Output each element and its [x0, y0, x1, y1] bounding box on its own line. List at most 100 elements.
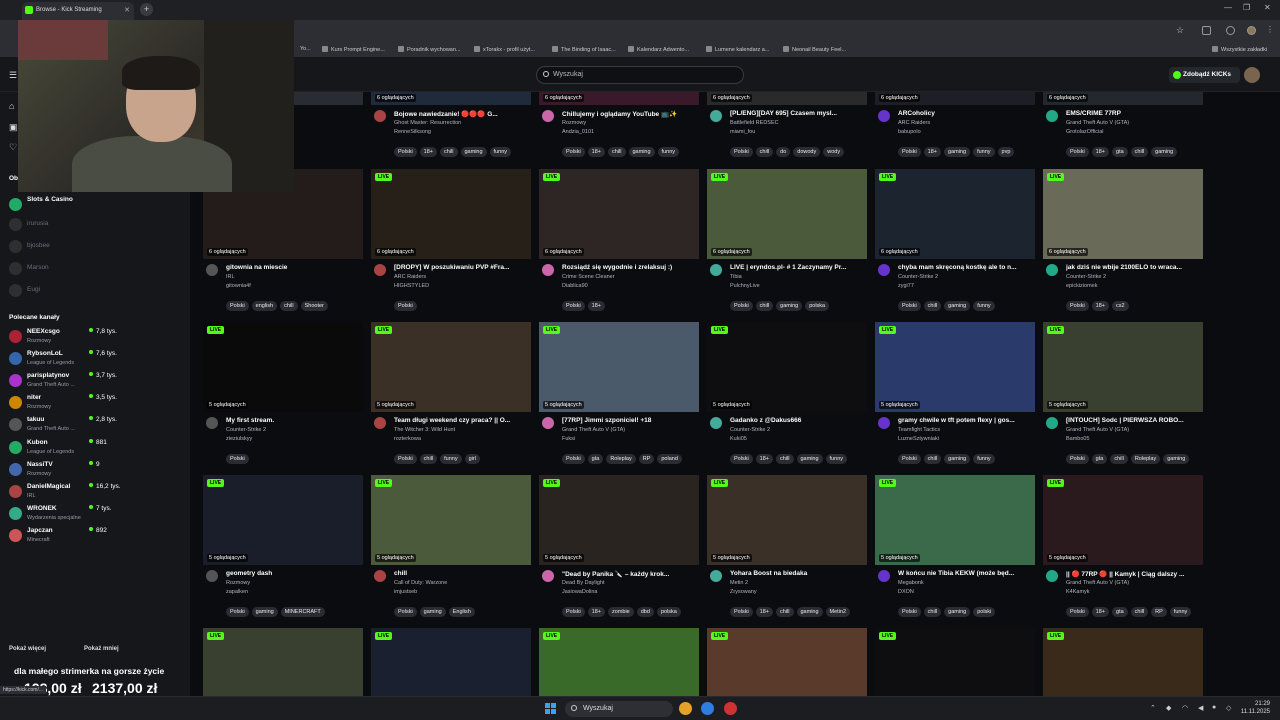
tag-chip[interactable]: funny	[825, 454, 848, 464]
tag-chip[interactable]: Polski	[730, 147, 753, 157]
sidebar-recommended-channel[interactable]: NEEXcsgo Rozmowy 7,8 tys.	[9, 328, 179, 348]
tag-chip[interactable]: chill	[280, 301, 298, 311]
stream-thumbnail[interactable]: LIVE 5 oglądających	[875, 322, 1035, 412]
tag-chip[interactable]: Polski	[562, 607, 585, 617]
stream-category[interactable]: Grand Theft Auto V (GTA)	[1066, 427, 1129, 433]
stream-thumbnail[interactable]: LIVE 6 oglądających	[707, 169, 867, 259]
sidebar-followed-channel[interactable]: bjosbee	[9, 238, 179, 258]
stream-thumbnail[interactable]: LIVE 5 oglądających	[371, 475, 531, 565]
tag-chip[interactable]: 18+	[419, 147, 438, 157]
sidebar-recommended-channel[interactable]: DanielMagical IRL 16,2 tys.	[9, 483, 179, 503]
stream-category[interactable]: IRL	[226, 274, 235, 280]
tag-chip[interactable]: gaming	[796, 454, 823, 464]
streamer-name[interactable]: GrotolazOfficial	[1066, 129, 1104, 135]
stream-thumbnail[interactable]: LIVE 6 oglądających	[1043, 169, 1203, 259]
tag-chip[interactable]: cs2	[1112, 301, 1129, 311]
streamer-avatar[interactable]	[1046, 264, 1058, 276]
tag-chip[interactable]: Polski	[394, 607, 417, 617]
tag-chip[interactable]: gaming	[460, 147, 487, 157]
chrome-icon[interactable]	[679, 702, 692, 715]
bookmark-item[interactable]: The Binding of Isaac...	[552, 46, 616, 53]
tag-chip[interactable]: english	[251, 301, 278, 311]
stream-thumbnail[interactable]: LIVE 5 oglądających	[539, 322, 699, 412]
tag-chip[interactable]: Polski	[1066, 147, 1089, 157]
bookmark-item[interactable]: xTorakx - profil użyt...	[474, 46, 535, 53]
stream-thumbnail[interactable]: LIVE 5 oglądających	[539, 475, 699, 565]
stream-category[interactable]: The Witcher 3: Wild Hunt	[394, 427, 455, 433]
stream-category[interactable]: Metin 2	[730, 580, 748, 586]
bookmark-item[interactable]: Yo...	[300, 46, 311, 52]
taskbar-search[interactable]: Wyszukaj	[565, 701, 673, 717]
bookmark-item[interactable]: Poradnik wychowan...	[398, 46, 461, 53]
messenger-icon[interactable]	[701, 702, 714, 715]
tag-chip[interactable]: RP	[1151, 607, 1167, 617]
tag-chip[interactable]: chill	[608, 147, 626, 157]
tag-chip[interactable]: chill	[1130, 607, 1149, 617]
stream-title[interactable]: [DROPY] W poszukiwaniu PVP #Fra...	[394, 264, 530, 271]
stream-title[interactable]: || 🔴 77RP 🔴 || Kamyk | Ciąg dalszy ...	[1066, 570, 1202, 578]
streamer-name[interactable]: epickiziomek	[1066, 283, 1097, 289]
streamer-avatar[interactable]	[710, 570, 722, 582]
sidebar-recommended-channel[interactable]: Kubon League of Legends 881	[9, 439, 179, 459]
mic-icon[interactable]: ●	[1212, 704, 1216, 711]
tag-chip[interactable]: Polski	[898, 147, 921, 157]
tag-chip[interactable]: gaming	[944, 147, 971, 157]
tag-chip[interactable]: Shooter	[300, 301, 328, 311]
streamer-avatar[interactable]	[206, 264, 218, 276]
menu-icon[interactable]: ⋮	[1266, 25, 1274, 34]
streamer-name[interactable]: rozterkowa	[394, 436, 421, 442]
tag-chip[interactable]: Polski	[730, 607, 753, 617]
tag-chip[interactable]: Roleplay	[606, 454, 636, 464]
sidebar-recommended-channel[interactable]: RybsonLoL League of Legends 7,6 tys.	[9, 350, 179, 370]
stream-title[interactable]: Rozsiądź się wygodnie i zrelaksuj :)	[562, 264, 698, 271]
stream-title[interactable]: EMS/CRIME 77RP	[1066, 110, 1202, 117]
stream-category[interactable]: Counter-Strike 2	[898, 274, 938, 280]
show-more-button[interactable]: Pokaż więcej	[9, 646, 46, 652]
streamer-avatar[interactable]	[542, 570, 554, 582]
tag-chip[interactable]: chill	[776, 607, 794, 617]
tag-chip[interactable]: 18+	[1091, 607, 1110, 617]
stream-category[interactable]: Tibia	[730, 274, 742, 280]
tag-chip[interactable]: poland	[657, 454, 682, 464]
windows-start-icon[interactable]	[545, 703, 557, 715]
profile-icon[interactable]	[1247, 26, 1256, 35]
tag-chip[interactable]: gta	[1112, 147, 1128, 157]
stream-category[interactable]: Counter-Strike 2	[730, 427, 770, 433]
tag-chip[interactable]: gaming	[251, 607, 278, 617]
tag-chip[interactable]: Polski	[562, 454, 585, 464]
close-window-icon[interactable]: ✕	[1264, 3, 1271, 12]
user-avatar[interactable]	[1244, 67, 1260, 83]
tag-chip[interactable]: gta	[1112, 607, 1128, 617]
stream-category[interactable]: Grand Theft Auto V (GTA)	[1066, 580, 1129, 586]
tag-chip[interactable]: Polski	[226, 454, 249, 464]
stream-title[interactable]: ARCoholicy	[898, 110, 1034, 117]
all-bookmarks[interactable]: Wszystkie zakładki	[1212, 46, 1267, 53]
tag-chip[interactable]: wody	[823, 147, 845, 157]
tag-chip[interactable]: chill	[923, 607, 942, 617]
tag-chip[interactable]: funny	[973, 147, 995, 157]
stream-thumbnail[interactable]: LIVE 6 oglądających	[539, 169, 699, 259]
stream-thumbnail[interactable]: 6 oglądających	[371, 92, 531, 105]
stream-thumbnail[interactable]: LIVE 5 oglądających	[203, 322, 363, 412]
streamer-name[interactable]: LuzneSztywniaki	[898, 436, 939, 442]
tag-chip[interactable]: RP	[638, 454, 655, 464]
tag-chip[interactable]: Polski	[1066, 607, 1089, 617]
tag-chip[interactable]: gta	[1091, 454, 1108, 464]
tag-chip[interactable]: Polski	[898, 607, 921, 617]
stream-category[interactable]: Teamfight Tactics	[898, 427, 940, 433]
downloads-icon[interactable]	[1226, 26, 1235, 35]
bookmark-item[interactable]: Neonail Beauty Feel...	[783, 46, 846, 53]
tag-chip[interactable]: MINERCRAFT	[280, 607, 325, 617]
streamer-avatar[interactable]	[878, 110, 890, 122]
tag-chip[interactable]: Polski	[394, 454, 417, 464]
tag-chip[interactable]: 18+	[587, 301, 606, 311]
stream-category[interactable]: ARC Raiders	[898, 120, 930, 126]
stream-category[interactable]: Crime Scene Cleaner	[562, 274, 615, 280]
stream-thumbnail[interactable]: 6 oglądających	[1043, 92, 1203, 105]
tag-chip[interactable]: 18+	[1091, 147, 1110, 157]
tag-chip[interactable]: chill	[440, 147, 458, 157]
stream-thumbnail[interactable]: LIVE 6 oglądających	[371, 169, 531, 259]
tag-chip[interactable]: polski	[973, 607, 996, 617]
tag-chip[interactable]: gaming	[419, 607, 446, 617]
stream-thumbnail[interactable]: LIVE	[707, 628, 867, 696]
